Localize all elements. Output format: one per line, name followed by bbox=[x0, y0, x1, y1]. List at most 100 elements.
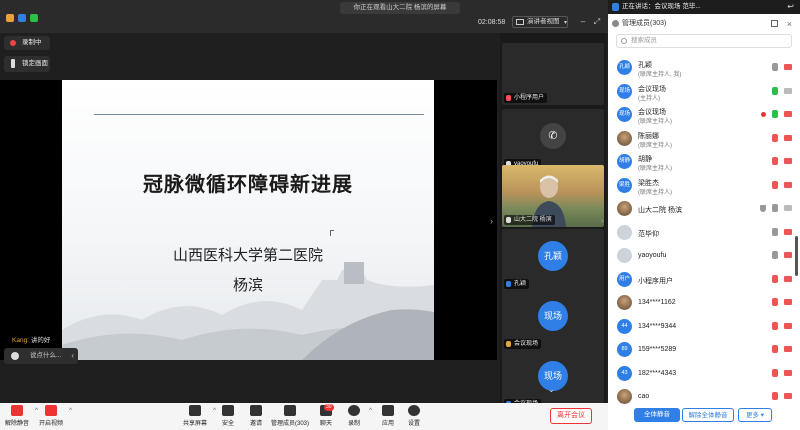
mic-muted-icon[interactable] bbox=[772, 133, 778, 142]
list-item[interactable]: 现场 会议现场 (联席主持人) bbox=[608, 103, 800, 127]
mic-muted-icon[interactable] bbox=[772, 298, 778, 306]
signal-icon[interactable] bbox=[30, 14, 38, 22]
mic-active-icon[interactable] bbox=[772, 110, 778, 118]
list-item[interactable]: 44 134****9344 bbox=[608, 315, 800, 339]
mic-muted-icon[interactable] bbox=[772, 368, 778, 377]
mic-muted-icon[interactable] bbox=[772, 180, 778, 189]
camera-off-icon[interactable] bbox=[784, 111, 792, 117]
avatar: 44 bbox=[617, 318, 632, 334]
mic-active-icon[interactable] bbox=[772, 86, 778, 95]
panel-title: 管理成员(303) bbox=[622, 20, 667, 27]
avatar: 梁胜杰 bbox=[617, 177, 632, 193]
chat-button[interactable]: 30 聊天 bbox=[316, 404, 336, 427]
video-tile[interactable]: 现场 会议现场 bbox=[502, 349, 604, 411]
search-input[interactable]: 搜索成员 bbox=[616, 34, 792, 48]
mic-muted-icon[interactable] bbox=[772, 345, 778, 353]
mic-icon[interactable] bbox=[772, 227, 778, 236]
chevron-up-icon[interactable]: ^ bbox=[369, 408, 372, 414]
chat-text: 讲的好 bbox=[30, 337, 51, 344]
apps-button[interactable]: 应用 bbox=[378, 405, 398, 427]
scrollbar[interactable] bbox=[795, 236, 798, 276]
mute-all-button[interactable]: 全体静音 bbox=[634, 408, 680, 422]
camera-off-icon[interactable] bbox=[784, 134, 792, 141]
minimize-icon[interactable]: – bbox=[578, 17, 588, 26]
fullscreen-icon[interactable]: ⤢ bbox=[592, 17, 602, 26]
info-icon[interactable] bbox=[6, 14, 14, 22]
video-tile[interactable]: ✆ yaoyoufu bbox=[502, 109, 604, 171]
manage-members-button[interactable]: 管理成员(303) bbox=[270, 405, 310, 427]
list-item[interactable]: 孔颖 孔颖 (联席主持人, 我) bbox=[608, 56, 800, 80]
camera-icon[interactable] bbox=[784, 205, 792, 211]
video-tile[interactable]: 小程序用户 bbox=[502, 43, 604, 105]
list-item[interactable]: 梁胜杰 梁胜杰 (联席主持人) bbox=[608, 174, 800, 198]
mic-icon[interactable] bbox=[772, 204, 778, 212]
security-button[interactable]: 安全 bbox=[218, 405, 238, 427]
mic-icon[interactable] bbox=[772, 63, 778, 71]
camera-off-icon[interactable] bbox=[784, 64, 792, 70]
chevron-right-icon[interactable]: › bbox=[601, 216, 604, 225]
list-item[interactable]: yaoyoufu bbox=[608, 244, 800, 268]
mic-icon[interactable] bbox=[772, 251, 778, 259]
mic-muted-icon bbox=[506, 95, 511, 101]
start-video-button[interactable]: 开启视频 ^ bbox=[38, 405, 72, 427]
shield-icon[interactable] bbox=[18, 14, 26, 22]
camera-off-icon[interactable] bbox=[784, 322, 792, 329]
camera-off-icon[interactable] bbox=[784, 181, 792, 188]
mic-muted-icon[interactable] bbox=[772, 321, 778, 330]
share-screen-icon bbox=[189, 405, 201, 416]
close-icon[interactable]: × bbox=[787, 16, 792, 32]
list-item[interactable]: 山大二院 杨滨 bbox=[608, 197, 800, 221]
list-item[interactable]: 89 159****5289 bbox=[608, 338, 800, 362]
lock-screen-button[interactable]: 锁定画面 bbox=[4, 56, 50, 72]
search-placeholder: 搜索成员 bbox=[631, 37, 657, 44]
video-tile-name: 孔颖 bbox=[514, 281, 527, 287]
camera-off-icon[interactable] bbox=[784, 346, 792, 352]
camera-icon[interactable] bbox=[784, 87, 792, 94]
add-user-icon bbox=[250, 405, 262, 416]
record-button[interactable]: 录制 ^ bbox=[344, 405, 372, 427]
recording-label: 录制中 bbox=[22, 39, 42, 46]
share-screen-button[interactable]: 共享屏幕 ^ bbox=[182, 405, 216, 427]
camera-off-icon[interactable] bbox=[784, 228, 792, 235]
mic-muted-icon[interactable] bbox=[772, 157, 778, 165]
chevron-right-icon[interactable]: › bbox=[490, 216, 493, 226]
slide-divider bbox=[94, 114, 424, 115]
video-tile-active-speaker[interactable]: 山大二院 杨滨 bbox=[502, 165, 604, 227]
unmute-all-button[interactable]: 解除全体静音 bbox=[682, 408, 734, 422]
list-item[interactable]: 范毕仰 bbox=[608, 221, 800, 245]
camera-off-icon[interactable] bbox=[784, 299, 792, 305]
invite-button[interactable]: 邀请 bbox=[246, 405, 266, 427]
chevron-left-icon[interactable]: ‹ bbox=[71, 348, 74, 364]
mic-muted-icon[interactable] bbox=[772, 392, 778, 400]
camera-off-icon[interactable] bbox=[784, 275, 792, 282]
camera-off-icon[interactable] bbox=[784, 252, 792, 258]
view-mode-button[interactable]: 演讲者视图 bbox=[512, 16, 568, 28]
list-item[interactable]: 用户 小程序用户 bbox=[608, 268, 800, 292]
list-item[interactable]: 134****1162 bbox=[608, 291, 800, 315]
recording-indicator[interactable]: 录制中 bbox=[4, 36, 50, 50]
chevron-down-icon[interactable]: ▾ bbox=[564, 19, 567, 26]
list-item[interactable]: 现场 会议现场 (主持人) bbox=[608, 80, 800, 104]
camera-off-icon[interactable] bbox=[784, 393, 792, 399]
leave-meeting-button[interactable]: 离开会议 bbox=[550, 408, 592, 424]
avatar: 现场 bbox=[617, 83, 632, 99]
chevron-up-icon[interactable]: ^ bbox=[213, 408, 216, 414]
chat-input[interactable]: 说点什么... ‹ bbox=[4, 348, 78, 364]
chevron-up-icon[interactable]: ^ bbox=[69, 408, 72, 414]
camera-off-icon[interactable] bbox=[784, 369, 792, 376]
popout-icon[interactable] bbox=[771, 20, 778, 27]
emoji-icon[interactable] bbox=[11, 352, 19, 360]
camera-off-icon[interactable] bbox=[784, 158, 792, 164]
chevron-down-icon[interactable]: ⌄ bbox=[548, 385, 555, 394]
back-icon[interactable]: ↩ bbox=[787, 0, 794, 14]
video-tile[interactable]: 现场 会议现场 bbox=[502, 289, 604, 351]
video-tile[interactable]: 孔颖 孔颖 bbox=[502, 229, 604, 291]
unmute-button[interactable]: 解除静音 ^ bbox=[4, 405, 38, 427]
mic-muted-icon[interactable] bbox=[772, 274, 778, 283]
chat-sender: Kang: bbox=[12, 337, 29, 344]
more-button[interactable]: 更多 ▾ bbox=[738, 408, 772, 422]
settings-button[interactable]: 设置 bbox=[404, 405, 424, 427]
list-item[interactable]: 43 182****4343 bbox=[608, 362, 800, 386]
list-item[interactable]: 胡静 胡静 (联席主持人) bbox=[608, 150, 800, 174]
list-item[interactable]: 陈丽娜 (联席主持人) bbox=[608, 127, 800, 151]
